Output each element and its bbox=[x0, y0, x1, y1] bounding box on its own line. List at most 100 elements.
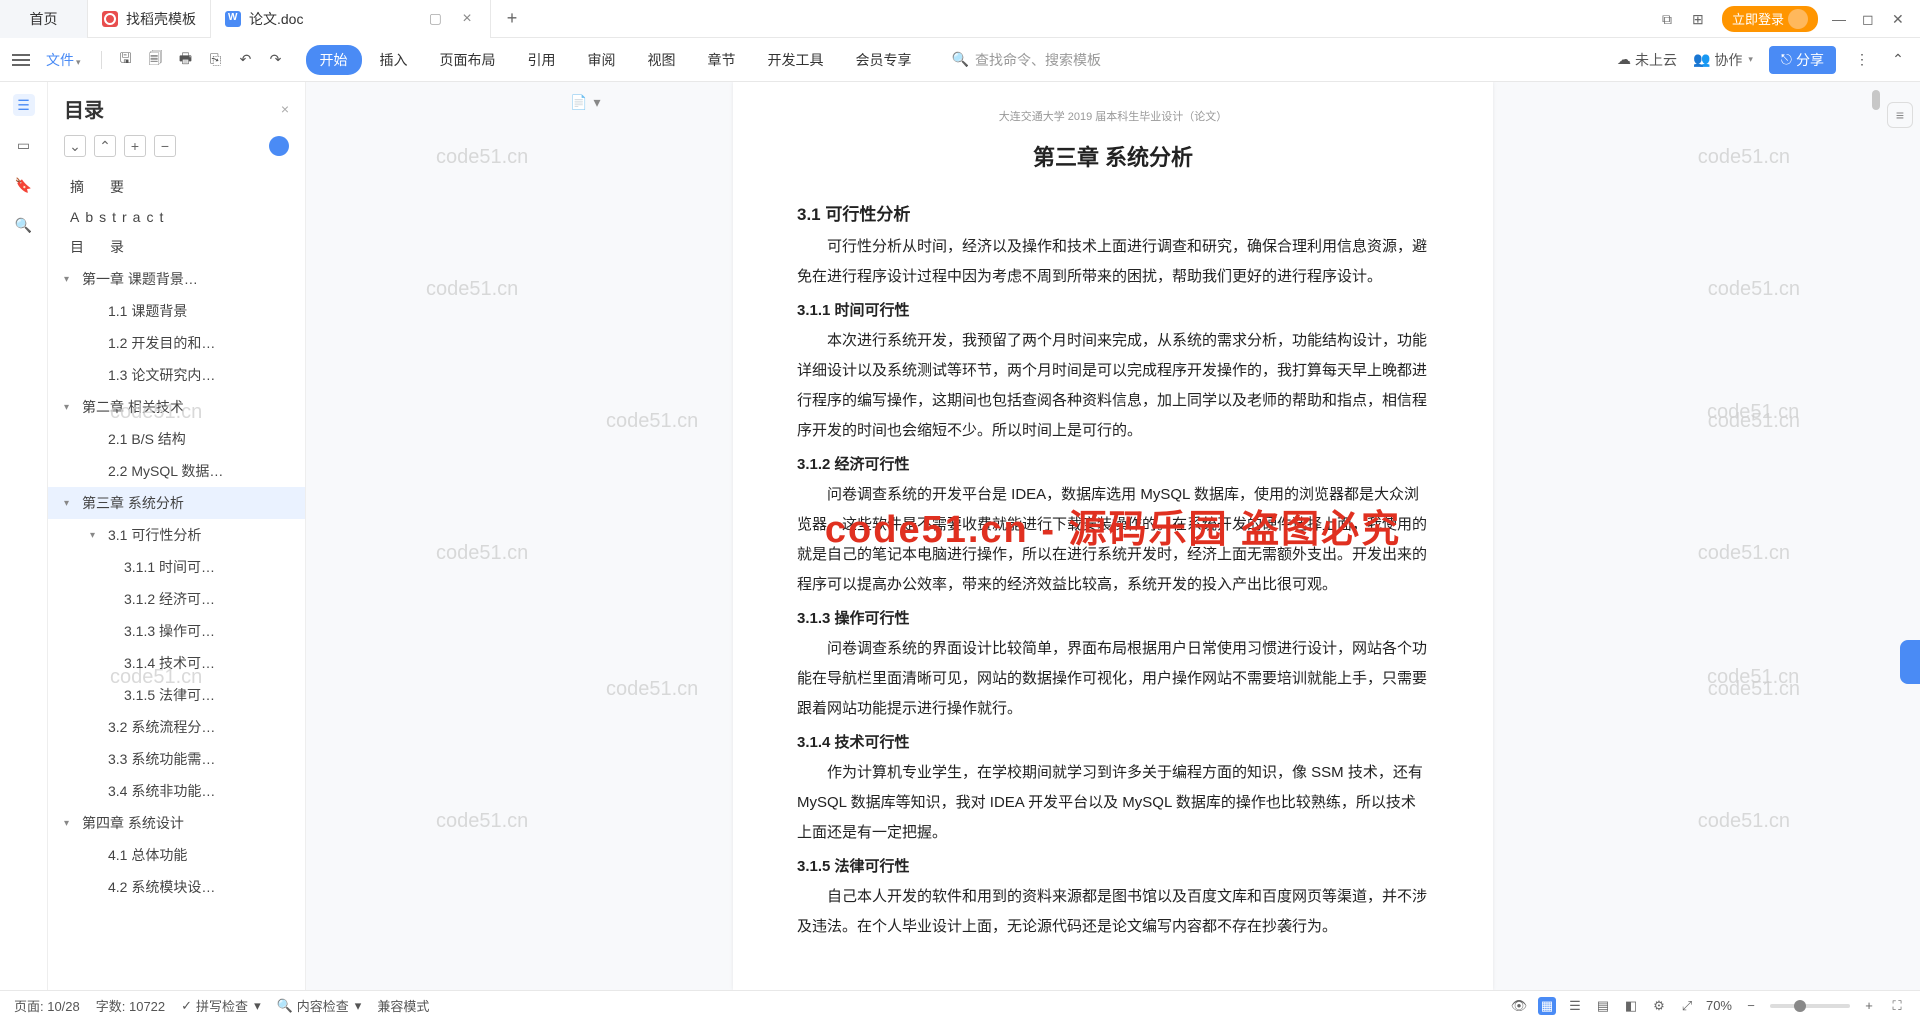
outline-item[interactable]: 3.1.1 时间可… bbox=[48, 551, 305, 583]
zoom-slider[interactable] bbox=[1770, 1004, 1850, 1008]
status-words[interactable]: 字数: 10722 bbox=[96, 996, 165, 1015]
tab-document[interactable]: 论文.doc ▢ × bbox=[211, 0, 491, 38]
status-spellcheck[interactable]: ✓拼写检查▾ bbox=[181, 996, 260, 1015]
window-close[interactable]: ✕ bbox=[1892, 11, 1908, 27]
print-icon[interactable]: 🖶 bbox=[176, 50, 196, 70]
outline-item[interactable]: ▾第三章 系统分析 bbox=[48, 487, 305, 519]
outline-item[interactable]: ▾第二章 相关技术 bbox=[48, 391, 305, 423]
outline-item-label: 1.1 课题背景 bbox=[108, 301, 187, 321]
outline-item-label: 3.3 系统功能需… bbox=[108, 749, 215, 769]
right-panel-toggle[interactable]: ≡ bbox=[1887, 102, 1913, 128]
share-button[interactable]: ⎋分享 bbox=[1769, 46, 1836, 74]
outline-item[interactable]: 3.1.4 技术可… bbox=[48, 647, 305, 679]
outline-add[interactable]: + bbox=[124, 135, 146, 157]
settings-icon[interactable]: ⚙ bbox=[1650, 997, 1668, 1015]
zoom-level[interactable]: 70% bbox=[1706, 998, 1732, 1013]
tab-close[interactable]: × bbox=[458, 10, 476, 28]
outline-item[interactable]: 1.3 论文研究内… bbox=[48, 359, 305, 391]
view-web-icon[interactable]: ▤ bbox=[1594, 997, 1612, 1015]
outline-item-label: Abstract bbox=[70, 209, 169, 225]
rail-thumbnail-icon[interactable]: ▭ bbox=[13, 134, 35, 156]
chevron-down-icon: ▾ bbox=[64, 818, 76, 829]
outline-item[interactable]: 3.4 系统非功能… bbox=[48, 775, 305, 807]
ribbon-tab-layout[interactable]: 页面布局 bbox=[426, 45, 510, 75]
outline-item[interactable]: 4.2 系统模块设… bbox=[48, 871, 305, 903]
view-read-icon[interactable]: ◧ bbox=[1622, 997, 1640, 1015]
outline-item[interactable]: ▾3.1 可行性分析 bbox=[48, 519, 305, 551]
heading-3-1: 3.1 可行性分析 bbox=[797, 198, 1429, 232]
layout-icon[interactable]: ⧉ bbox=[1662, 11, 1678, 27]
outline-item[interactable]: 3.1.3 操作可… bbox=[48, 615, 305, 647]
save-icon[interactable]: 🖫 bbox=[116, 50, 136, 70]
command-search[interactable]: 🔍 查找命令、搜索模板 bbox=[952, 50, 1101, 70]
outline-item[interactable]: 1.2 开发目的和… bbox=[48, 327, 305, 359]
outline-item[interactable]: 1.1 课题背景 bbox=[48, 295, 305, 327]
heading-3-1-4: 3.1.4 技术可行性 bbox=[797, 728, 1429, 758]
chevron-down-icon: ▾ bbox=[90, 530, 102, 541]
doc-tool-icon[interactable]: 📄 bbox=[570, 94, 587, 111]
outline-item[interactable]: 3.1.5 法律可… bbox=[48, 679, 305, 711]
rail-outline-icon[interactable]: ☰ bbox=[13, 94, 35, 116]
outline-item-label: 1.3 论文研究内… bbox=[108, 365, 215, 385]
rail-bookmark-icon[interactable]: 🔖 bbox=[13, 174, 35, 196]
outline-item[interactable]: ▾第一章 课题背景… bbox=[48, 263, 305, 295]
redo-icon[interactable]: ↷ bbox=[266, 50, 286, 70]
document-area[interactable]: 大连交通大学 2019 届本科生毕业设计（论文） 第三章 系统分析 3.1 可行… bbox=[306, 82, 1920, 990]
print-preview-icon[interactable]: 🗐 bbox=[146, 50, 166, 70]
tab-screen-icon[interactable]: ▢ bbox=[429, 10, 442, 27]
ribbon-tab-start[interactable]: 开始 bbox=[306, 45, 362, 75]
scrollbar-thumb[interactable] bbox=[1872, 90, 1880, 110]
outline-item[interactable]: 3.2 系统流程分… bbox=[48, 711, 305, 743]
outline-remove[interactable]: − bbox=[154, 135, 176, 157]
outline-item-label: 目 录 bbox=[70, 237, 130, 257]
outline-item[interactable]: 3.3 系统功能需… bbox=[48, 743, 305, 775]
zoom-in-icon[interactable]: + bbox=[1860, 997, 1878, 1015]
window-maximize[interactable]: ◻ bbox=[1862, 11, 1878, 27]
rail-search-icon[interactable]: 🔍 bbox=[13, 214, 35, 236]
zoom-fit-icon[interactable]: ⤢ bbox=[1678, 997, 1696, 1015]
apps-icon[interactable]: ⊞ bbox=[1692, 11, 1708, 27]
doc-tool-dropdown[interactable]: ▾ bbox=[593, 94, 600, 111]
outline-close-icon[interactable]: × bbox=[281, 101, 289, 117]
tab-home[interactable]: 首页 bbox=[0, 0, 88, 38]
fullscreen-icon[interactable]: ⛶ bbox=[1888, 997, 1906, 1015]
export-icon[interactable]: ⎘ bbox=[206, 50, 226, 70]
ribbon-tab-review[interactable]: 审阅 bbox=[574, 45, 630, 75]
window-minimize[interactable]: — bbox=[1832, 11, 1848, 27]
view-page-icon[interactable]: ▦ bbox=[1538, 997, 1556, 1015]
new-tab-button[interactable]: + bbox=[491, 8, 533, 29]
view-outline-icon[interactable]: ☰ bbox=[1566, 997, 1584, 1015]
outline-item[interactable]: ▾第四章 系统设计 bbox=[48, 807, 305, 839]
outline-item[interactable]: Abstract bbox=[48, 203, 305, 231]
outline-item[interactable]: 3.1.2 经济可… bbox=[48, 583, 305, 615]
outline-item[interactable]: 2.2 MySQL 数据… bbox=[48, 455, 305, 487]
outline-item[interactable]: 4.1 总体功能 bbox=[48, 839, 305, 871]
login-button[interactable]: 立即登录 bbox=[1722, 6, 1818, 32]
outline-collapse-all[interactable]: ⌄ bbox=[64, 135, 86, 157]
undo-icon[interactable]: ↶ bbox=[236, 50, 256, 70]
hamburger-icon[interactable] bbox=[12, 54, 30, 66]
file-menu[interactable]: 文件▾ bbox=[40, 50, 87, 70]
ribbon-tab-insert[interactable]: 插入 bbox=[366, 45, 422, 75]
collab-button[interactable]: 👥协作▾ bbox=[1693, 50, 1753, 70]
outline-sync-icon[interactable] bbox=[269, 136, 289, 156]
ribbon-tab-member[interactable]: 会员专享 bbox=[842, 45, 926, 75]
outline-item[interactable]: 摘 要 bbox=[48, 171, 305, 203]
cloud-status[interactable]: ☁未上云 bbox=[1617, 50, 1677, 70]
more-icon[interactable]: ⋮ bbox=[1852, 50, 1872, 70]
status-page[interactable]: 页面: 10/28 bbox=[14, 996, 80, 1015]
status-compat-mode[interactable]: 兼容模式 bbox=[377, 996, 429, 1015]
outline-item[interactable]: 2.1 B/S 结构 bbox=[48, 423, 305, 455]
eye-icon[interactable]: 👁 bbox=[1510, 997, 1528, 1015]
ribbon-tab-references[interactable]: 引用 bbox=[514, 45, 570, 75]
outline-item[interactable]: 目 录 bbox=[48, 231, 305, 263]
ribbon-tab-devtools[interactable]: 开发工具 bbox=[754, 45, 838, 75]
zoom-out-icon[interactable]: − bbox=[1742, 997, 1760, 1015]
ribbon-tab-view[interactable]: 视图 bbox=[634, 45, 690, 75]
status-content-check[interactable]: 🔍内容检查▾ bbox=[277, 996, 362, 1015]
right-blue-tab[interactable] bbox=[1900, 640, 1920, 684]
ribbon-tab-chapter[interactable]: 章节 bbox=[694, 45, 750, 75]
tab-template[interactable]: 找稻壳模板 bbox=[88, 0, 211, 38]
collapse-ribbon-icon[interactable]: ⌃ bbox=[1888, 50, 1908, 70]
outline-expand-all[interactable]: ⌃ bbox=[94, 135, 116, 157]
